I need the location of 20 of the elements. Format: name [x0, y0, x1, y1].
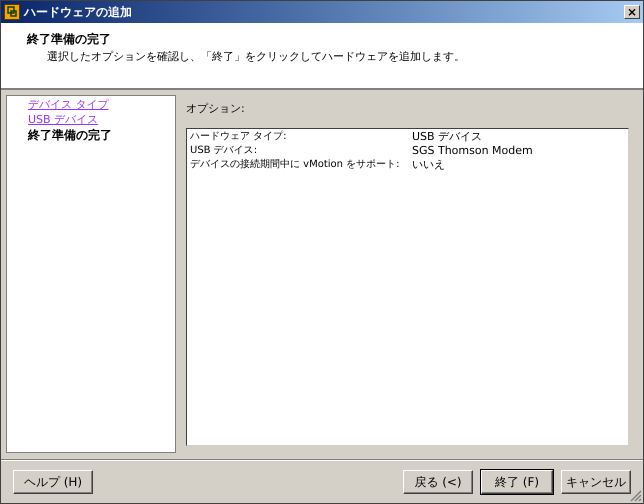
current-step: 終了準備の完了	[28, 127, 175, 143]
option-value: USB デバイス	[412, 130, 482, 144]
finish-button[interactable]: 終了 (F)	[481, 470, 553, 494]
option-name: USB デバイス:	[190, 144, 258, 158]
step-link[interactable]: デバイス タイプ	[28, 97, 175, 112]
help-button[interactable]: ヘルプ (H)	[13, 470, 93, 494]
header-subtitle: 選択したオプションを確認し、「終了」をクリックしてハードウェアを追加します。	[46, 49, 466, 65]
close-button[interactable]: ×	[624, 5, 640, 19]
option-value: SGS Thomson Modem	[412, 144, 533, 158]
cancel-button[interactable]: キャンセル	[561, 470, 631, 494]
step-link[interactable]: USB デバイス	[28, 112, 175, 127]
option-name: ハードウェア タイプ:	[190, 130, 288, 144]
option-name: デバイスの接続期間中に vMotion をサポート:	[190, 158, 401, 172]
resize-grip-icon[interactable]	[630, 490, 642, 502]
app-icon	[4, 4, 20, 20]
back-button[interactable]: 戻る (<)	[403, 470, 473, 494]
option-value: いいえ	[412, 158, 445, 172]
options-label: オプション:	[186, 101, 246, 117]
header-title: 終了準備の完了	[27, 31, 112, 48]
window-title: ハードウェアの追加	[24, 4, 133, 21]
